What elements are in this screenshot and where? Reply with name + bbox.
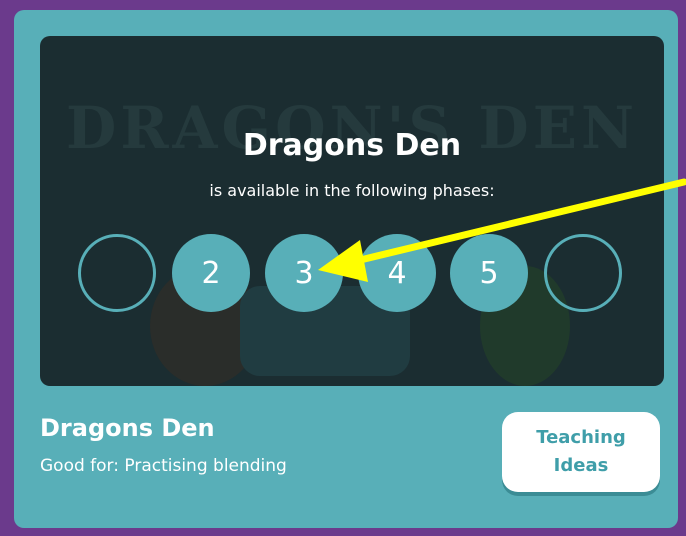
game-title[interactable]: Dragons Den — [40, 414, 215, 442]
game-banner[interactable]: DRAGON'S DEN Dragons Den is available in… — [40, 36, 664, 386]
game-good-for: Good for: Practising blending — [40, 456, 287, 476]
phase-6-circle — [544, 234, 622, 312]
teaching-ideas-label-line1: Teaching — [536, 427, 626, 448]
game-card: DRAGON'S DEN Dragons Den is available in… — [14, 10, 678, 528]
overlay-title: Dragons Den — [242, 128, 462, 163]
phase-4-circle[interactable]: 4 — [358, 234, 436, 312]
phase-1-circle — [78, 234, 156, 312]
teaching-ideas-label-line2: Ideas — [553, 455, 609, 476]
phase-list: 2 3 4 5 — [78, 234, 626, 316]
phase-3-circle[interactable]: 3 — [265, 234, 343, 312]
overlay-subtitle: is available in the following phases: — [209, 181, 495, 200]
phase-5-circle[interactable]: 5 — [450, 234, 528, 312]
phase-2-circle[interactable]: 2 — [172, 234, 250, 312]
teaching-ideas-button[interactable]: Teaching Ideas — [502, 412, 660, 492]
